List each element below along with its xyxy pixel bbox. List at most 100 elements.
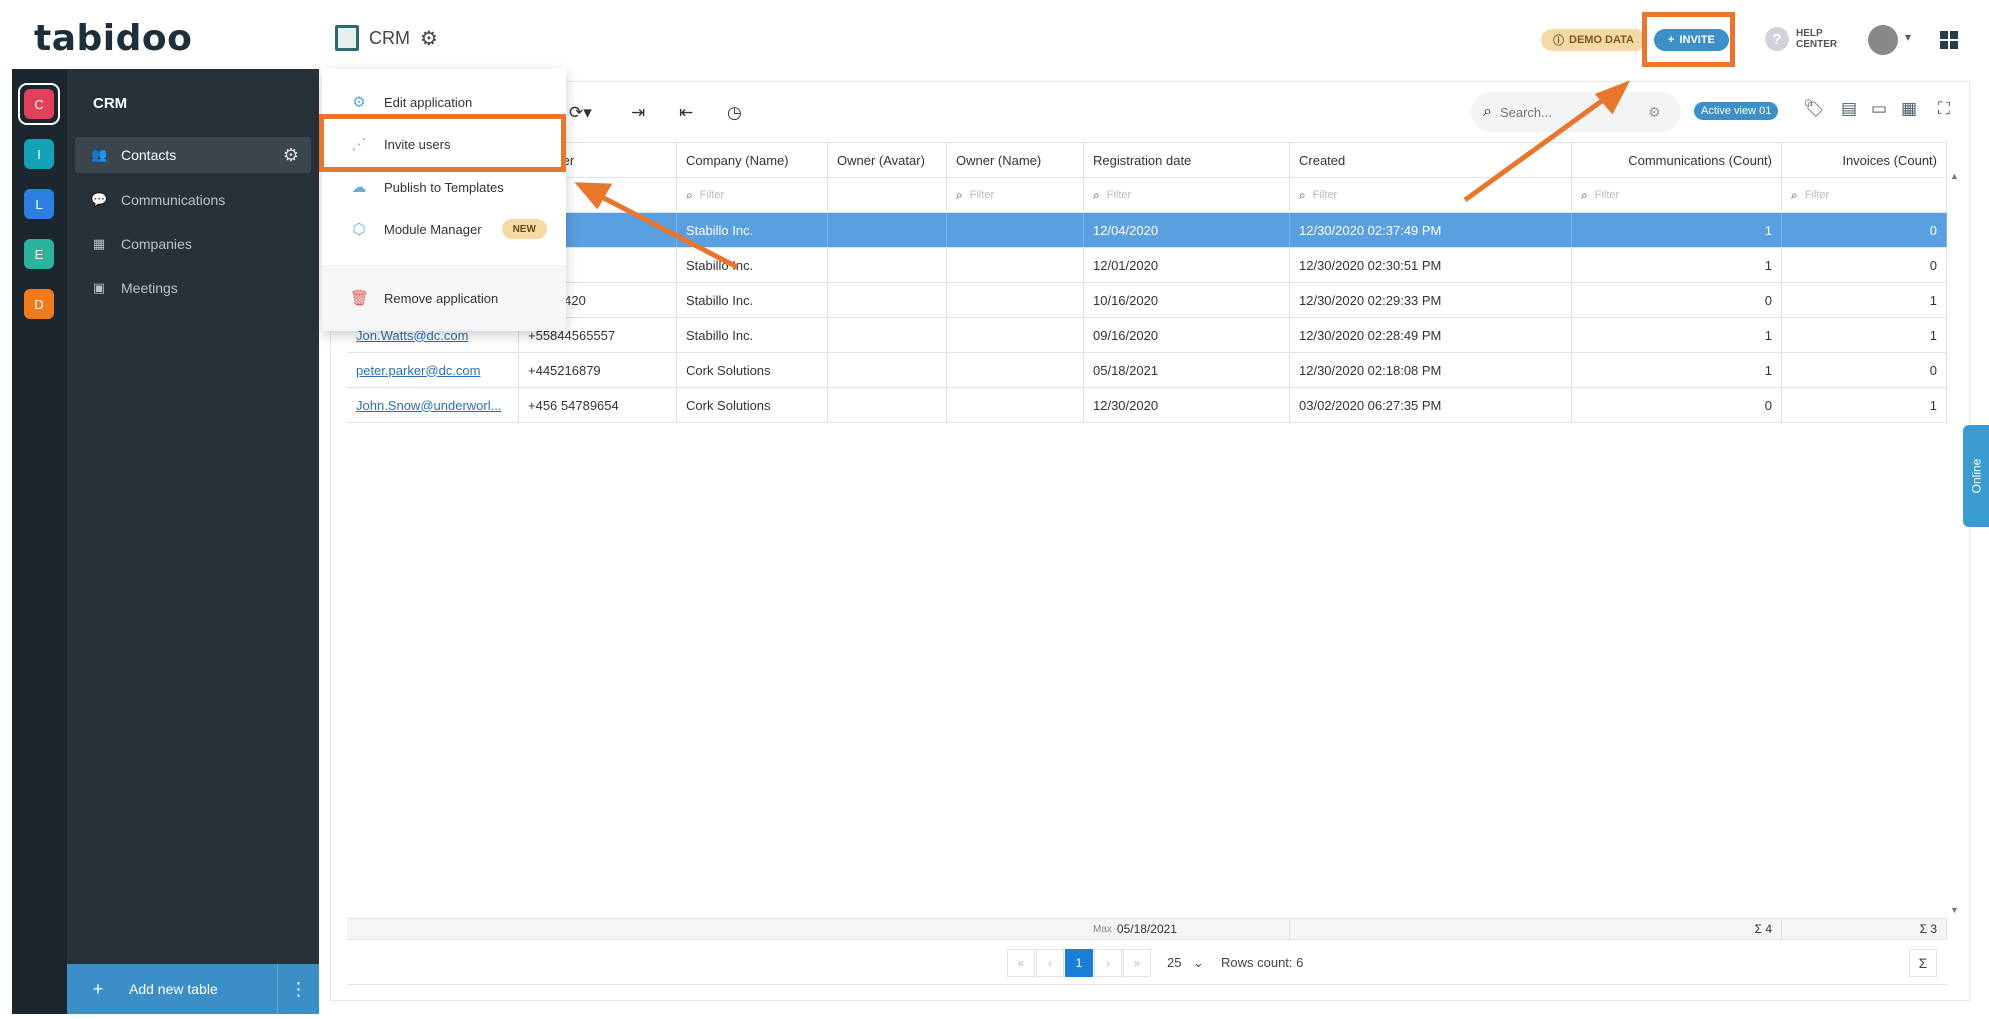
cell-invoices[interactable]: 1: [1782, 283, 1947, 317]
cell-email[interactable]: peter.parker@dc.com: [347, 353, 519, 387]
export-icon[interactable]: ⇤: [679, 103, 693, 123]
search-box[interactable]: ⌕ ⚙: [1471, 92, 1681, 132]
cell-created[interactable]: 03/02/2020 06:27:35 PM: [1290, 388, 1572, 422]
table-row[interactable]: John.Snow@underworl... +456 54789654 Cor…: [347, 388, 1947, 423]
sidebar-item-communications[interactable]: 💬 Communications: [75, 182, 311, 218]
cell-owner-avatar[interactable]: [828, 248, 947, 282]
apps-grid-icon[interactable]: [1940, 31, 1958, 49]
cell-owner-avatar[interactable]: [828, 213, 947, 247]
cell-invoices[interactable]: 0: [1782, 353, 1947, 387]
online-chat-tab[interactable]: Online: [1963, 425, 1989, 527]
card-view-icon[interactable]: ▭: [1871, 99, 1887, 119]
cell-company[interactable]: Stabillo Inc.: [677, 318, 828, 352]
sidebar-item-meetings[interactable]: ▣ Meetings: [75, 270, 311, 306]
cell-owner-name[interactable]: [947, 213, 1084, 247]
cell-registration[interactable]: 12/30/2020: [1084, 388, 1290, 422]
history-icon[interactable]: ◷: [727, 103, 742, 123]
user-avatar[interactable]: [1868, 25, 1898, 55]
demo-data-badge[interactable]: ⓘ DEMO DATA: [1541, 29, 1646, 51]
rail-app-i[interactable]: I: [24, 139, 54, 169]
table-row[interactable]: 4874 Stabillo Inc. 12/01/2020 12/30/2020…: [347, 248, 1947, 283]
chevron-down-icon[interactable]: ⌄: [1193, 955, 1204, 971]
cell-owner-name[interactable]: [947, 248, 1084, 282]
add-new-table-button[interactable]: + Add new table ⋮: [67, 964, 319, 1014]
app-name[interactable]: CRM: [369, 28, 410, 49]
cell-created[interactable]: 12/30/2020 02:29:33 PM: [1290, 283, 1572, 317]
refresh-icon[interactable]: ⟳▾: [569, 103, 592, 123]
cell-company[interactable]: Cork Solutions: [677, 353, 828, 387]
cell-registration[interactable]: 12/01/2020: [1084, 248, 1290, 282]
grid-view-icon[interactable]: ▤: [1841, 99, 1857, 119]
cell-created[interactable]: 12/30/2020 02:18:08 PM: [1290, 353, 1572, 387]
filter-created[interactable]: ⌕ Filter: [1290, 178, 1572, 212]
cell-company[interactable]: Stabillo Inc.: [677, 248, 828, 282]
cell-email[interactable]: John.Snow@underworl...: [347, 388, 519, 422]
filter-registration[interactable]: ⌕ Filter: [1084, 178, 1290, 212]
cell-number[interactable]: +445216879: [519, 353, 677, 387]
cell-owner-avatar[interactable]: [828, 318, 947, 352]
cell-owner-name[interactable]: [947, 353, 1084, 387]
fullscreen-icon[interactable]: ⛶: [1938, 99, 1950, 119]
sidebar-item-contacts[interactable]: 👥 Contacts ⚙: [75, 137, 311, 173]
filter-communications[interactable]: ⌕ Filter: [1572, 178, 1782, 212]
cell-invoices[interactable]: 1: [1782, 318, 1947, 352]
cell-created[interactable]: 12/30/2020 02:28:49 PM: [1290, 318, 1572, 352]
col-owner-name-header[interactable]: Owner (Name): [947, 143, 1084, 177]
cell-communications[interactable]: 1: [1572, 248, 1782, 282]
cell-company[interactable]: Stabillo Inc.: [677, 213, 828, 247]
last-page-button[interactable]: »: [1123, 949, 1151, 977]
tabidoo-logo[interactable]: tabidoo: [34, 18, 192, 59]
table-settings-gear-icon[interactable]: ⚙: [283, 145, 299, 166]
tag-icon[interactable]: 🏷: [1803, 99, 1825, 119]
cell-owner-name[interactable]: [947, 283, 1084, 317]
cell-number[interactable]: +456 54789654: [519, 388, 677, 422]
menu-item-module-manager[interactable]: ⬡ Module Manager NEW: [322, 208, 566, 250]
cell-invoices[interactable]: 1: [1782, 388, 1947, 422]
cell-communications[interactable]: 1: [1572, 213, 1782, 247]
cell-owner-avatar[interactable]: [828, 283, 947, 317]
scroll-up-arrow-icon[interactable]: ▲: [1950, 171, 1959, 181]
cell-registration[interactable]: 09/16/2020: [1084, 318, 1290, 352]
filter-company[interactable]: ⌕ Filter: [677, 178, 828, 212]
import-icon[interactable]: ⇥: [631, 103, 645, 123]
scroll-down-arrow-icon[interactable]: ▼: [1950, 905, 1959, 915]
sidebar-item-companies[interactable]: ▦ Companies: [75, 226, 311, 262]
col-communications-header[interactable]: Communications (Count): [1572, 143, 1782, 177]
cell-invoices[interactable]: 0: [1782, 248, 1947, 282]
cell-communications[interactable]: 0: [1572, 388, 1782, 422]
col-created-header[interactable]: Created: [1290, 143, 1572, 177]
menu-item-remove-application[interactable]: 🗑 Remove application: [322, 277, 566, 319]
table-row[interactable]: Jon.Watts@dc.com +55844565557 Stabillo I…: [347, 318, 1947, 353]
cell-created[interactable]: 12/30/2020 02:37:49 PM: [1290, 213, 1572, 247]
rail-app-l[interactable]: L: [24, 189, 54, 219]
cell-registration[interactable]: 10/16/2020: [1084, 283, 1290, 317]
search-input[interactable]: [1499, 104, 1640, 120]
col-owner-avatar-header[interactable]: Owner (Avatar): [828, 143, 947, 177]
cell-invoices[interactable]: 0: [1782, 213, 1947, 247]
first-page-button[interactable]: «: [1007, 949, 1035, 977]
cell-company[interactable]: Stabillo Inc.: [677, 283, 828, 317]
col-registration-header[interactable]: Registration date: [1084, 143, 1290, 177]
rail-app-e[interactable]: E: [24, 239, 54, 269]
rail-app-d[interactable]: D: [24, 289, 54, 319]
cell-created[interactable]: 12/30/2020 02:30:51 PM: [1290, 248, 1572, 282]
app-settings-gear-icon[interactable]: ⚙: [420, 26, 438, 51]
cell-owner-name[interactable]: [947, 388, 1084, 422]
menu-item-publish-templates[interactable]: ☁ Publish to Templates: [322, 166, 566, 208]
rail-app-c[interactable]: C: [24, 89, 54, 119]
col-invoices-header[interactable]: Invoices (Count): [1782, 143, 1947, 177]
col-company-header[interactable]: Company (Name): [677, 143, 828, 177]
cell-communications[interactable]: 1: [1572, 318, 1782, 352]
help-center-button[interactable]: ? HELP CENTER: [1765, 27, 1841, 51]
table-row[interactable]: peter.parker@dc.com +445216879 Cork Solu…: [347, 353, 1947, 388]
search-settings-gear-icon[interactable]: ⚙: [1648, 104, 1661, 121]
filter-invoices[interactable]: ⌕ Filter: [1782, 178, 1947, 212]
sum-toggle-button[interactable]: Σ: [1909, 949, 1937, 977]
cell-owner-avatar[interactable]: [828, 388, 947, 422]
page-button-current[interactable]: 1: [1065, 949, 1093, 977]
cell-registration[interactable]: 12/04/2020: [1084, 213, 1290, 247]
prev-page-button[interactable]: ‹: [1036, 949, 1064, 977]
active-view-badge[interactable]: Active view 01: [1694, 102, 1779, 120]
next-page-button[interactable]: ›: [1094, 949, 1122, 977]
cell-registration[interactable]: 05/18/2021: [1084, 353, 1290, 387]
